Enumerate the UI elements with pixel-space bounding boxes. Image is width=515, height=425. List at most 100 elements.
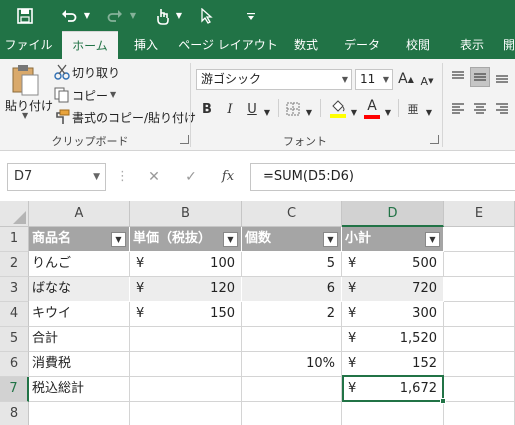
row-header-1[interactable]: 1 — [0, 227, 29, 252]
table-header-cell[interactable]: 小計 ▼ — [342, 227, 444, 252]
underline-dropdown-icon[interactable]: ▼ — [262, 102, 272, 122]
table-cell[interactable]: ¥720 — [342, 277, 444, 302]
table-cell[interactable]: ¥300 — [342, 302, 444, 327]
pointer-icon[interactable] — [198, 0, 216, 31]
cell[interactable] — [130, 402, 242, 425]
cell[interactable] — [444, 252, 515, 277]
cell[interactable]: 税込総計 — [29, 377, 130, 402]
cell[interactable] — [130, 327, 242, 352]
table-cell[interactable]: ¥100 — [130, 252, 242, 277]
cut-icon[interactable] — [54, 64, 70, 80]
column-header-c[interactable]: C — [242, 201, 342, 227]
font-name-combo[interactable]: 游ゴシック ▼ — [196, 69, 352, 90]
underline-button[interactable]: U — [244, 99, 260, 119]
paste-button-label[interactable]: 貼り付け — [5, 97, 53, 114]
format-painter-label[interactable]: 書式のコピー/貼り付け — [72, 109, 196, 126]
row-header-7[interactable]: 7 — [0, 377, 29, 402]
copy-button-label[interactable]: コピー — [72, 87, 108, 104]
tab-file[interactable]: ファイル — [0, 31, 57, 59]
cell[interactable]: 消費税 — [29, 352, 130, 377]
phonetic-dropdown-icon[interactable]: ▼ — [424, 102, 434, 122]
filter-dropdown-icon[interactable]: ▼ — [223, 232, 238, 247]
align-left-icon[interactable] — [448, 99, 468, 119]
table-cell[interactable]: 5 — [242, 252, 342, 277]
italic-button[interactable]: I — [222, 99, 238, 119]
table-cell[interactable]: ¥150 — [130, 302, 242, 327]
table-cell[interactable]: ¥120 — [130, 277, 242, 302]
column-header-a[interactable]: A — [29, 201, 130, 227]
cell[interactable] — [444, 227, 515, 252]
table-header-cell[interactable]: 単価（税抜） ▼ — [130, 227, 242, 252]
cell[interactable] — [130, 352, 242, 377]
name-box[interactable]: D7 ▼ — [7, 163, 106, 191]
table-header-cell[interactable]: 商品名 ▼ — [29, 227, 130, 252]
font-launcher-icon[interactable] — [430, 135, 439, 144]
cell[interactable]: 合計 — [29, 327, 130, 352]
column-header-b[interactable]: B — [130, 201, 242, 227]
bold-button[interactable]: B — [198, 99, 216, 119]
font-color-button[interactable]: A — [362, 97, 382, 121]
insert-function-icon[interactable]: fx — [216, 163, 240, 191]
cell[interactable] — [444, 402, 515, 425]
row-header-5[interactable]: 5 — [0, 327, 29, 352]
cell[interactable] — [29, 402, 130, 425]
tab-insert[interactable]: 挿入 — [124, 31, 168, 59]
cell[interactable] — [242, 327, 342, 352]
borders-dropdown-icon[interactable]: ▼ — [304, 102, 314, 122]
undo-icon[interactable] — [58, 0, 80, 31]
redo-dropdown-icon[interactable]: ▼ — [128, 0, 138, 31]
cell[interactable]: ¥1,520 — [342, 327, 444, 352]
shrink-font-button[interactable]: A ▼ — [419, 71, 435, 91]
filter-dropdown-icon[interactable]: ▼ — [425, 232, 440, 247]
align-top-icon[interactable] — [448, 67, 468, 87]
copy-dropdown-icon[interactable]: ▼ — [110, 90, 116, 99]
tab-data[interactable]: データ — [338, 31, 386, 59]
filter-dropdown-icon[interactable]: ▼ — [323, 232, 338, 247]
customize-icon[interactable] — [244, 0, 258, 31]
row-header-8[interactable]: 8 — [0, 402, 29, 425]
touch-dropdown-icon[interactable]: ▼ — [174, 0, 184, 31]
font-size-combo[interactable]: 11 ▼ — [355, 69, 393, 90]
tab-page-layout[interactable]: ページ レイアウト — [178, 31, 278, 59]
fill-color-button[interactable] — [328, 97, 348, 121]
column-header-e[interactable]: E — [444, 201, 515, 227]
column-header-d[interactable]: D — [342, 201, 444, 227]
table-cell[interactable]: 2 — [242, 302, 342, 327]
cell[interactable] — [444, 327, 515, 352]
format-painter-icon[interactable] — [54, 109, 70, 125]
fill-handle[interactable] — [440, 398, 446, 404]
cell[interactable] — [444, 302, 515, 327]
tab-review[interactable]: 校閲 — [396, 31, 440, 59]
cell[interactable] — [444, 277, 515, 302]
paste-dropdown-icon[interactable]: ▼ — [22, 111, 28, 120]
redo-icon[interactable] — [104, 0, 126, 31]
grow-font-button[interactable]: A ▲ — [397, 69, 415, 89]
tab-developer[interactable]: 開 — [503, 31, 515, 59]
cell[interactable] — [130, 377, 242, 402]
cell[interactable]: 10% — [242, 352, 342, 377]
row-header-6[interactable]: 6 — [0, 352, 29, 377]
paste-icon[interactable] — [10, 63, 42, 97]
table-cell[interactable]: キウイ — [29, 302, 130, 327]
cell[interactable] — [342, 402, 444, 425]
touch-mode-icon[interactable] — [152, 0, 174, 31]
table-cell[interactable]: 6 — [242, 277, 342, 302]
cut-button-label[interactable]: 切り取り — [72, 64, 120, 81]
align-center-icon[interactable] — [470, 99, 490, 119]
align-middle-icon[interactable] — [470, 67, 490, 87]
cell[interactable] — [242, 402, 342, 425]
align-bottom-icon[interactable] — [492, 67, 512, 87]
align-right-icon[interactable] — [492, 99, 512, 119]
cell[interactable] — [444, 377, 515, 402]
filter-dropdown-icon[interactable]: ▼ — [111, 232, 126, 247]
save-icon[interactable] — [14, 0, 36, 31]
cell[interactable] — [444, 352, 515, 377]
table-cell[interactable]: ¥500 — [342, 252, 444, 277]
tab-view[interactable]: 表示 — [450, 31, 494, 59]
clipboard-launcher-icon[interactable] — [180, 135, 189, 144]
row-header-2[interactable]: 2 — [0, 252, 29, 277]
cancel-icon[interactable]: ✕ — [143, 163, 165, 191]
active-cell-d7[interactable]: ¥1,672 — [342, 377, 444, 402]
table-cell[interactable]: りんご — [29, 252, 130, 277]
fill-color-dropdown-icon[interactable]: ▼ — [349, 102, 359, 122]
